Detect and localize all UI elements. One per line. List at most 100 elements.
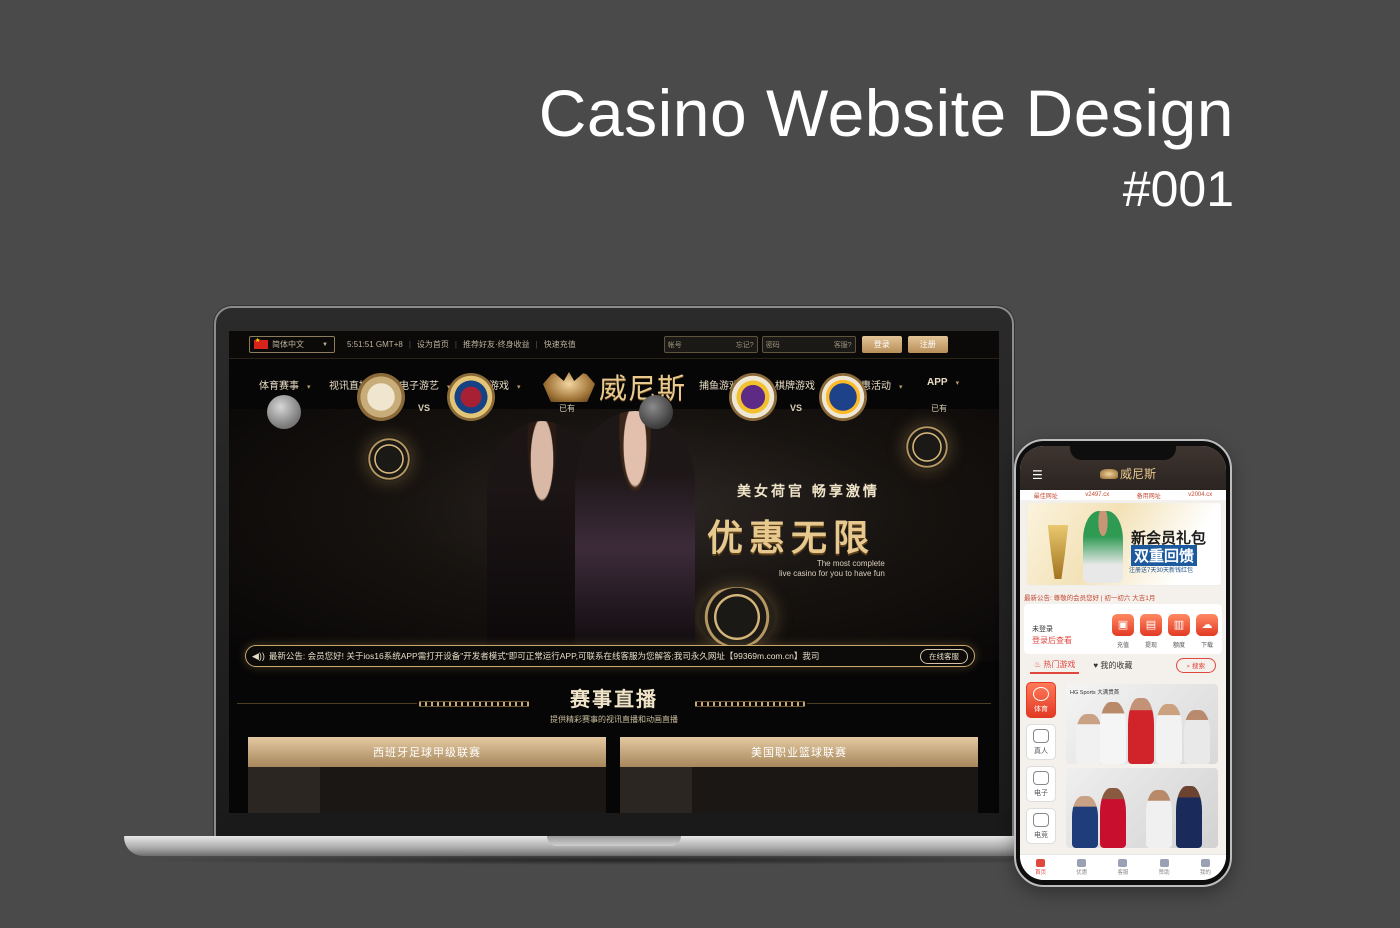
chevron-down-icon: ▾: [955, 380, 960, 387]
chevron-down-icon: ▾: [517, 384, 521, 391]
banner-line2: 双重回馈: [1131, 545, 1198, 566]
real-madrid-badge-icon: [357, 373, 405, 421]
hero-banner[interactable]: 美女荷官 畅享激情 优惠无限 The most complete live ca…: [229, 409, 999, 661]
match-status: 已有: [559, 404, 575, 413]
nav-chess[interactable]: 棋牌游戏▾: [775, 377, 827, 392]
banner-line3: 注册送7天30天新钱红包: [1129, 568, 1194, 574]
category-sports[interactable]: 体育: [1026, 682, 1056, 718]
vs-label: VS: [418, 403, 431, 413]
section-title: 赛事直播: [570, 689, 658, 711]
gift-icon: [1159, 859, 1169, 867]
title-ornament-right: [695, 701, 805, 707]
login-link[interactable]: 登录后查看: [1032, 635, 1072, 646]
vs-label: VS: [790, 403, 803, 413]
hero-slogan: 美女荷官 畅享激情: [737, 483, 880, 499]
mobile-url-bar: 最佳网址 v2497.cx 备用网址 v2004.cx: [1020, 490, 1226, 500]
notice-bar: ◀)) 最新公告: 会员您好! 关于ios16系统APP需打开设备"开发者模式"…: [245, 645, 975, 667]
tabbar-home[interactable]: 首页: [1035, 859, 1046, 876]
winged-lion-icon: [1100, 469, 1118, 479]
mobile-game-tabs: ♨ 热门游戏 ♥ 我的收藏 ⌕ 搜索: [1024, 656, 1222, 674]
nav-slots[interactable]: 电子游艺▾: [399, 377, 451, 392]
tabbar-profile[interactable]: 我的: [1200, 859, 1211, 876]
password-placeholder: 密码: [765, 341, 780, 349]
china-flag-icon: [254, 337, 268, 349]
barcelona-badge-icon: [447, 373, 495, 421]
user-icon: [1200, 859, 1210, 867]
register-button[interactable]: 注册: [907, 336, 948, 353]
mobile-user-panel: 未登录 登录后查看 ▣ 充值 ▤ 提现 ▥ 额度 ☁ 下载: [1024, 604, 1222, 654]
language-select[interactable]: 简体中文 ▼: [249, 336, 335, 353]
chevron-down-icon: ▼: [322, 341, 328, 348]
design-number: #001: [1122, 161, 1234, 217]
online-service-button[interactable]: 在线客服: [920, 648, 968, 664]
forgot-account-link[interactable]: 忘记?: [736, 340, 754, 350]
section-subtitle: 提供精彩赛事的视讯直播和动画直播: [550, 715, 678, 724]
match-card[interactable]: 西班牙足球甲级联赛: [248, 737, 606, 813]
winged-lion-icon: [543, 372, 595, 402]
account-placeholder: 帐号: [667, 341, 682, 349]
chevron-down-icon: ▾: [899, 384, 903, 391]
tabbar-support[interactable]: 客服: [1117, 859, 1128, 876]
password-input[interactable]: 密码 客服?: [761, 336, 856, 353]
chip-icon: [699, 587, 775, 647]
mobile-tabbar: 首页 优惠 客服 赞助 我的: [1020, 854, 1226, 880]
tab-favorites[interactable]: ♥ 我的收藏: [1093, 660, 1132, 671]
phone-notch: [1070, 444, 1176, 460]
nav-sports[interactable]: 体育赛事 ▾: [259, 377, 311, 392]
search-icon: ⌕: [1186, 662, 1191, 670]
star-icon: [1077, 859, 1087, 867]
account-input[interactable]: 帐号 忘记?: [663, 336, 758, 353]
league-title: 西班牙足球甲级联赛: [248, 737, 606, 767]
laptop-bezel: [218, 813, 1010, 837]
mobile-notice: 最新公告: 尊敬的会员您好 | 初一初六 大吉1月: [1024, 595, 1156, 602]
quick-deposit-link[interactable]: 快速充值: [544, 339, 576, 350]
basketball-icon: [639, 395, 673, 429]
league-title: 美国职业篮球联赛: [620, 737, 978, 767]
chevron-down-icon: ▾: [307, 384, 311, 391]
fire-icon: ♨: [1034, 659, 1042, 669]
refer-friend-link[interactable]: 推荐好友·终身收益: [463, 339, 530, 350]
menu-icon[interactable]: ☰: [1032, 468, 1043, 482]
tabbar-promos[interactable]: 优惠: [1076, 859, 1087, 876]
desktop-topbar: 简体中文 ▼ 5:51:51 GMT+8 | 设为首页 | 推荐好友·终身收益 …: [229, 331, 999, 359]
game-tile-sports[interactable]: [1066, 768, 1218, 848]
withdraw-icon[interactable]: ▤: [1140, 614, 1162, 636]
tabbar-sponsor[interactable]: 赞助: [1159, 859, 1170, 876]
soccer-ball-icon: [267, 395, 301, 429]
showcase: Casino Website Design #001 简体中文 ▼ 5:51:5…: [0, 0, 1400, 928]
speaker-icon: ◀)): [252, 650, 265, 661]
user-name: 未登录: [1032, 626, 1053, 633]
login-button[interactable]: 登录: [861, 336, 902, 353]
mobile-logo[interactable]: 威尼斯: [1100, 465, 1156, 482]
player-image: [1083, 511, 1123, 583]
mobile-promo-banner[interactable]: 新会员礼包 双重回馈 注册送7天30天新钱红包: [1026, 502, 1222, 586]
notice-text: 最新公告: 会员您好! 关于ios16系统APP需打开设备"开发者模式"即可正常…: [268, 651, 820, 661]
download-icon[interactable]: ☁: [1196, 614, 1218, 636]
lakers-badge-icon: [729, 373, 777, 421]
match-status: 已有: [931, 404, 947, 413]
category-esports[interactable]: 电竞: [1026, 808, 1056, 844]
desktop-screen: 简体中文 ▼ 5:51:51 GMT+8 | 设为首页 | 推荐好友·终身收益 …: [229, 331, 999, 813]
match-card[interactable]: 美国职业篮球联赛: [620, 737, 978, 813]
ball-icon: [1033, 687, 1049, 701]
search-button[interactable]: ⌕ 搜索: [1175, 657, 1216, 673]
warriors-badge-icon: [819, 373, 867, 421]
balance-icon[interactable]: ▥: [1168, 614, 1190, 636]
home-icon: [1036, 859, 1046, 867]
main-nav: 体育赛事▾ 视讯直播▾ 电子游艺▾ 彩票游戏▾ 威尼斯 捕鱼游戏▾ 棋牌游戏▾ …: [229, 359, 999, 409]
game-label: HG Sports 大满贯首: [1070, 690, 1120, 696]
chip-icon: [367, 437, 411, 481]
nav-app[interactable]: APP ▾: [927, 377, 959, 388]
deposit-icon[interactable]: ▣: [1112, 614, 1134, 636]
tab-hot-games[interactable]: ♨ 热门游戏: [1030, 657, 1080, 674]
category-live[interactable]: 真人: [1026, 724, 1056, 760]
category-sidebar: 体育 真人 电子 电竞: [1026, 682, 1060, 852]
game-tile-hg-sports[interactable]: HG Sports 大满贯首: [1066, 684, 1218, 764]
support-link[interactable]: 客服?: [834, 340, 852, 350]
hero-dealers-image: [467, 411, 707, 659]
category-slots[interactable]: 电子: [1026, 766, 1056, 802]
set-homepage-link[interactable]: 设为首页: [417, 339, 449, 350]
clock: 5:51:51 GMT+8: [347, 340, 403, 349]
mobile-screen: ☰ 威尼斯 最佳网址 v2497.cx 备用网址 v2004.cx 新会员礼包 …: [1020, 446, 1226, 880]
heart-icon: ♥: [1093, 660, 1099, 670]
